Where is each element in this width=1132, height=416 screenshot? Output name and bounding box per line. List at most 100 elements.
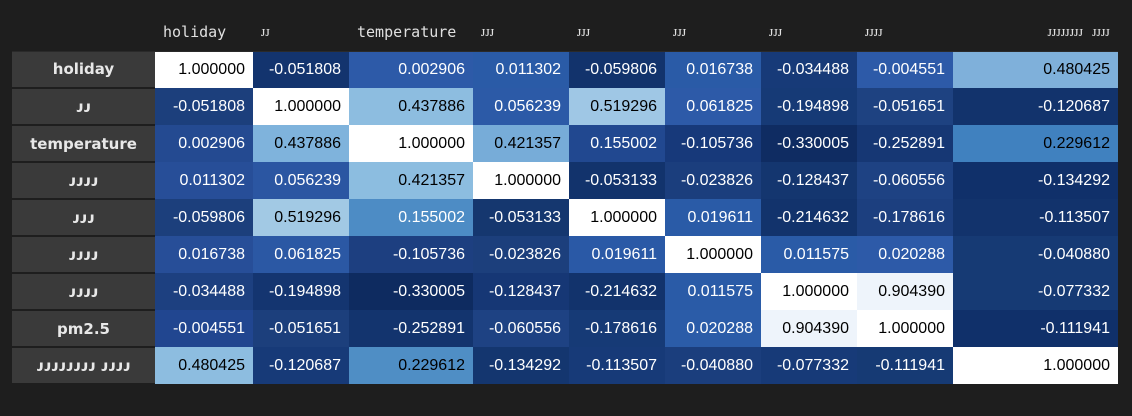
table-cell: -0.120687 — [953, 88, 1118, 125]
table-cell: -0.060556 — [857, 162, 953, 199]
table-cell: -0.252891 — [857, 125, 953, 162]
table-cell: 0.480425 — [953, 51, 1118, 88]
table-cell: -0.034488 — [155, 273, 253, 310]
table-cell: -0.134292 — [473, 347, 569, 384]
table-cell: 1.000000 — [761, 273, 857, 310]
table-cell: -0.128437 — [473, 273, 569, 310]
table-cell: 0.519296 — [569, 88, 665, 125]
table-cell: -0.214632 — [761, 199, 857, 236]
table-cell: -0.214632 — [569, 273, 665, 310]
table-cell: 0.020288 — [665, 310, 761, 347]
table-cell: -0.111941 — [953, 310, 1118, 347]
table-cell: -0.051808 — [253, 51, 349, 88]
table-cell: 0.011575 — [665, 273, 761, 310]
table-cell: 0.155002 — [569, 125, 665, 162]
table-cell: -0.077332 — [761, 347, 857, 384]
column-header: ᴊᴊᴊᴊ — [857, 13, 953, 52]
table-cell: 0.002906 — [349, 51, 473, 88]
table-cell: -0.004551 — [155, 310, 253, 347]
table-cell: 1.000000 — [857, 310, 953, 347]
table-cell: 0.229612 — [349, 347, 473, 384]
table-cell: 0.421357 — [349, 162, 473, 199]
table-cell: 0.904390 — [761, 310, 857, 347]
table-cell: -0.059806 — [155, 199, 253, 236]
dataframe-output: holiday ᴊᴊ temperature ᴊᴊᴊ ᴊᴊᴊ ᴊᴊᴊ ᴊᴊᴊ ᴊ… — [0, 0, 1132, 416]
row-header: ᴊᴊᴊᴊ — [12, 162, 155, 200]
table-cell: 1.000000 — [349, 125, 473, 162]
table-cell: 1.000000 — [569, 199, 665, 236]
table-cell: -0.040880 — [953, 236, 1118, 273]
table-row: holiday 1.000000 -0.051808 0.002906 0.011302… — [12, 51, 1118, 89]
table-cell: 0.229612 — [953, 125, 1118, 162]
table-cell: 0.480425 — [155, 347, 253, 384]
row-header: temperature — [12, 125, 155, 163]
table-cell: 0.016738 — [155, 236, 253, 273]
table-cell: -0.252891 — [349, 310, 473, 347]
row-header: ᴊᴊᴊᴊ — [12, 273, 155, 311]
table-cell: -0.194898 — [761, 88, 857, 125]
table-cell: -0.051808 — [155, 88, 253, 125]
table-cell: -0.053133 — [473, 199, 569, 236]
table-row: ᴊᴊᴊ -0.059806 0.519296 0.155002 -0.053133 1.0… — [12, 199, 1118, 237]
column-header: ᴊᴊᴊᴊᴊᴊᴊᴊ ᴊᴊᴊᴊ — [953, 13, 1118, 52]
table-cell: 1.000000 — [953, 347, 1118, 384]
table-cell: -0.077332 — [953, 273, 1118, 310]
header-row: holiday ᴊᴊ temperature ᴊᴊᴊ ᴊᴊᴊ ᴊᴊᴊ ᴊᴊᴊ ᴊ… — [12, 13, 1118, 52]
table-cell: -0.134292 — [953, 162, 1118, 199]
table-cell: 0.904390 — [857, 273, 953, 310]
table-cell: 0.016738 — [665, 51, 761, 88]
table-cell: 0.437886 — [349, 88, 473, 125]
column-header: ᴊᴊᴊ — [569, 13, 665, 52]
table-cell: -0.330005 — [349, 273, 473, 310]
table-cell: 0.437886 — [253, 125, 349, 162]
table-row: ᴊᴊᴊᴊ 0.016738 0.061825 -0.105736 -0.023826 0.… — [12, 236, 1118, 274]
row-header: holiday — [12, 51, 155, 89]
row-header: ᴊᴊᴊᴊᴊᴊᴊᴊ ᴊᴊᴊᴊ — [12, 347, 155, 385]
table-cell: 0.061825 — [253, 236, 349, 273]
table-cell: 1.000000 — [155, 51, 253, 88]
header-corner — [12, 13, 155, 52]
table-cell: -0.040880 — [665, 347, 761, 384]
table-cell: -0.023826 — [665, 162, 761, 199]
table-cell: -0.034488 — [761, 51, 857, 88]
table-cell: 1.000000 — [253, 88, 349, 125]
table-cell: 1.000000 — [665, 236, 761, 273]
table-cell: 0.061825 — [665, 88, 761, 125]
table-row: ᴊᴊᴊᴊ 0.011302 0.056239 0.421357 1.000000 -0.0… — [12, 162, 1118, 200]
table-cell: -0.105736 — [665, 125, 761, 162]
table-cell: 0.011575 — [761, 236, 857, 273]
table-row: ᴊᴊ -0.051808 1.000000 0.437886 0.056239 0.519… — [12, 88, 1118, 126]
table-cell: -0.023826 — [473, 236, 569, 273]
row-header: ᴊᴊ — [12, 88, 155, 126]
table-cell: -0.004551 — [857, 51, 953, 88]
table-cell: -0.051651 — [857, 88, 953, 125]
table-cell: -0.113507 — [953, 199, 1118, 236]
column-header: ᴊᴊᴊ — [665, 13, 761, 52]
table-cell: -0.113507 — [569, 347, 665, 384]
table-row: temperature 0.002906 0.437886 1.000000 0.421… — [12, 125, 1118, 163]
table-row: ᴊᴊᴊᴊ -0.034488 -0.194898 -0.330005 -0.128437… — [12, 273, 1118, 311]
table-cell: -0.178616 — [857, 199, 953, 236]
table-cell: 0.020288 — [857, 236, 953, 273]
table-cell: 0.019611 — [665, 199, 761, 236]
table-cell: 0.056239 — [253, 162, 349, 199]
table-cell: -0.105736 — [349, 236, 473, 273]
table-cell: -0.059806 — [569, 51, 665, 88]
table-cell: -0.128437 — [761, 162, 857, 199]
table-cell: 0.011302 — [473, 51, 569, 88]
column-header: temperature — [349, 13, 473, 52]
column-header: ᴊᴊᴊ — [761, 13, 857, 52]
column-header: holiday — [155, 13, 253, 52]
table-cell: 0.155002 — [349, 199, 473, 236]
table-cell: 0.002906 — [155, 125, 253, 162]
table-cell: -0.051651 — [253, 310, 349, 347]
table-cell: -0.060556 — [473, 310, 569, 347]
column-header: ᴊᴊ — [253, 13, 349, 52]
table-cell: -0.120687 — [253, 347, 349, 384]
table-cell: 0.056239 — [473, 88, 569, 125]
table-cell: 1.000000 — [473, 162, 569, 199]
row-header: ᴊᴊᴊᴊ — [12, 236, 155, 274]
row-header: ᴊᴊᴊ — [12, 199, 155, 237]
table-cell: -0.330005 — [761, 125, 857, 162]
column-header: ᴊᴊᴊ — [473, 13, 569, 52]
